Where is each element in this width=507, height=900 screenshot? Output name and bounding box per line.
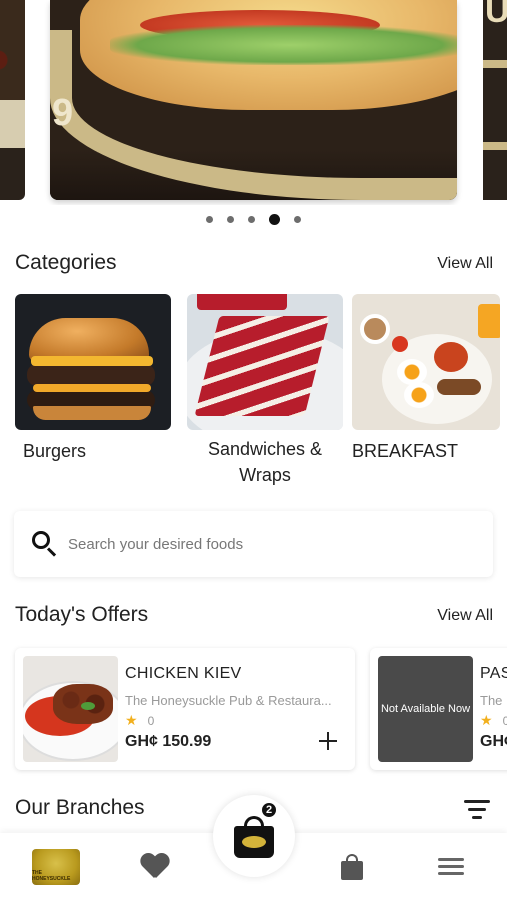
category-label: Burgers xyxy=(23,441,87,461)
offers-title: Today's Offers xyxy=(15,603,149,626)
rating-value: 0 xyxy=(147,713,155,728)
categories-view-all-link[interactable]: View All xyxy=(437,255,493,273)
carousel-dot[interactable] xyxy=(294,216,301,223)
slide-gold-band xyxy=(483,60,507,150)
carousel-slide-next[interactable]: U xyxy=(483,0,507,200)
add-to-cart-plus-icon[interactable] xyxy=(317,730,339,752)
offer-card[interactable]: Not Available Now PAS The H ★ 0 GH¢ xyxy=(370,648,507,770)
heart-icon xyxy=(140,854,170,880)
offer-card[interactable]: CHICKEN KIEV The Honeysuckle Pub & Resta… xyxy=(15,648,355,770)
search-input[interactable] xyxy=(68,535,448,553)
carousel-slide-prev[interactable] xyxy=(0,0,25,200)
star-icon: ★ xyxy=(480,712,493,728)
offer-name: PAS xyxy=(480,665,507,682)
cart-bag-icon xyxy=(234,814,274,858)
branches-title: Our Branches xyxy=(15,796,145,819)
offer-image-unavailable: Not Available Now xyxy=(378,656,473,762)
category-image-sandwiches xyxy=(187,294,343,430)
offer-rating: ★ 0 xyxy=(480,712,507,729)
logo-text: THE HONEYSUCKLE xyxy=(32,869,71,882)
slide-letter-text: U xyxy=(485,0,507,30)
carousel-dot[interactable] xyxy=(206,216,213,223)
not-available-label: Not Available Now xyxy=(380,703,471,715)
category-image-burgers xyxy=(15,294,171,430)
search-bar[interactable] xyxy=(14,511,493,577)
offer-price: GH¢ 150.99 xyxy=(125,733,212,750)
offer-vendor: The H xyxy=(480,693,507,708)
offer-image xyxy=(23,656,118,762)
hamburger-menu-icon xyxy=(438,857,464,876)
search-icon xyxy=(32,531,58,557)
nav-menu[interactable] xyxy=(411,833,491,900)
category-label: BREAKFAST xyxy=(352,441,459,461)
offers-view-all-link[interactable]: View All xyxy=(437,607,493,625)
banner-carousel[interactable]: 9 U xyxy=(0,0,507,205)
slide-gold-band xyxy=(0,100,25,148)
offer-rating: ★ 0 xyxy=(125,712,154,729)
nav-favorites[interactable] xyxy=(115,833,195,900)
cart-button[interactable]: 2 xyxy=(213,795,295,877)
nav-orders[interactable] xyxy=(312,833,392,900)
offer-name: CHICKEN KIEV xyxy=(125,665,242,682)
carousel-dot[interactable] xyxy=(248,216,255,223)
carousel-dot-active[interactable] xyxy=(269,214,280,225)
home-logo-icon: THE HONEYSUCKLE xyxy=(32,848,80,885)
slide-number-text: 9 xyxy=(52,92,74,134)
categories-title: Categories xyxy=(15,251,117,274)
rating-value: 0 xyxy=(502,713,507,728)
star-icon: ★ xyxy=(125,712,138,728)
category-card-burgers[interactable]: Burgers xyxy=(15,294,171,462)
carousel-dot[interactable] xyxy=(227,216,234,223)
slide-food-image xyxy=(0,0,25,100)
category-card-breakfast[interactable]: BREAKFAST xyxy=(352,294,502,462)
offer-price: GH¢ xyxy=(480,733,507,750)
nav-home[interactable]: THE HONEYSUCKLE xyxy=(16,833,96,900)
filter-icon[interactable] xyxy=(464,800,490,820)
carousel-pagination xyxy=(0,214,507,225)
category-card-sandwiches[interactable]: Sandwiches & Wraps xyxy=(187,294,343,488)
cart-count-badge: 2 xyxy=(260,801,278,819)
offer-vendor: The Honeysuckle Pub & Restaura... xyxy=(125,693,332,708)
category-image-breakfast xyxy=(352,294,500,430)
category-label: Sandwiches & Wraps xyxy=(207,439,323,485)
carousel-slide-current[interactable]: 9 xyxy=(50,0,457,200)
shopping-bag-icon xyxy=(341,853,363,880)
